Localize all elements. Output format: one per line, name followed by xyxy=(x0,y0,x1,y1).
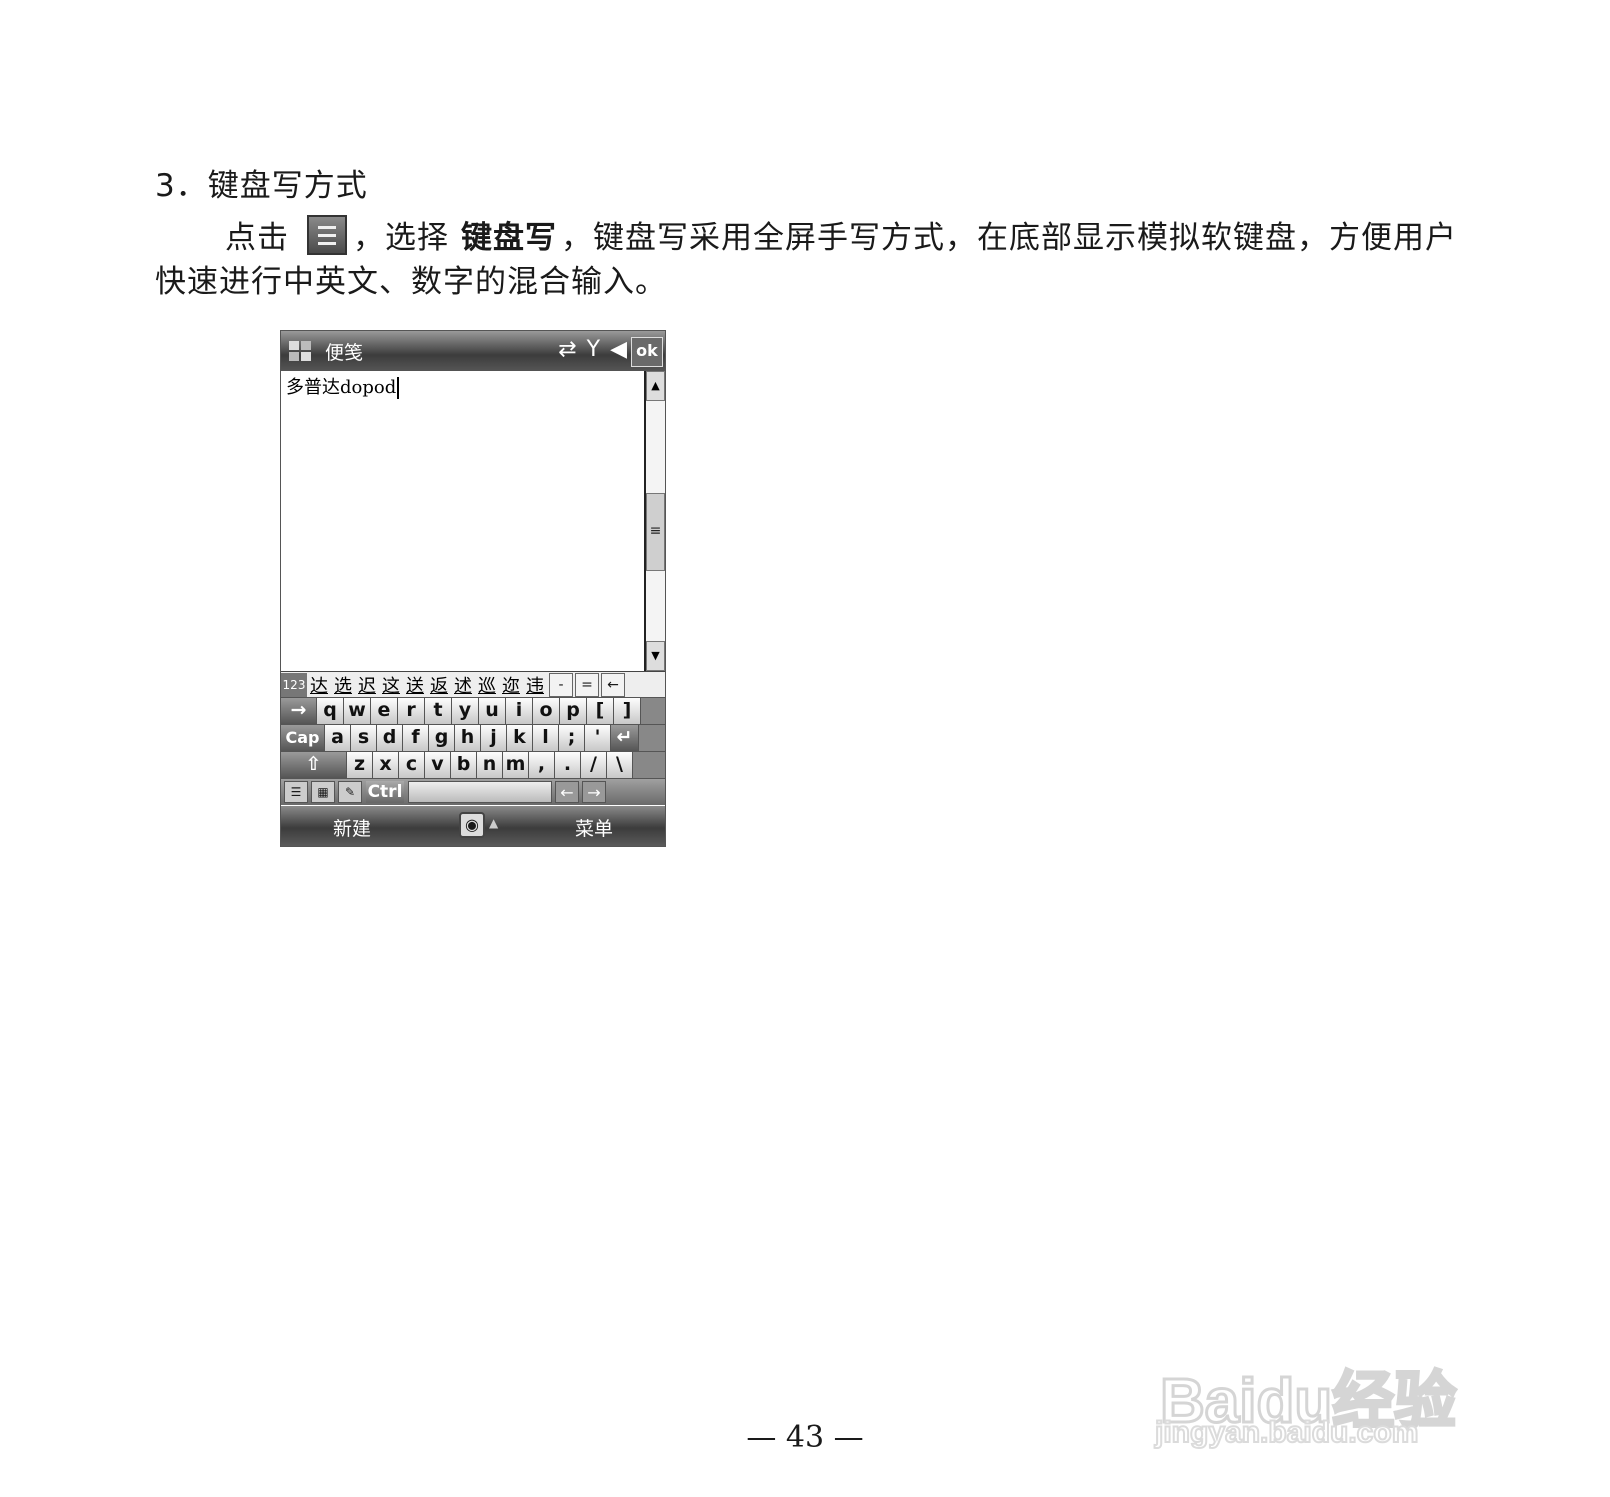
baidu-watermark: Baidu经验 jingyan.baidu.com xyxy=(1150,1350,1530,1451)
keyboard-row-2: Cap a s d f g h j k l ; ' ↵ xyxy=(281,724,665,751)
key-v[interactable]: v xyxy=(425,752,451,778)
tab-key[interactable]: → xyxy=(281,698,317,724)
windows-start-icon[interactable] xyxy=(285,336,315,366)
key-backslash[interactable]: \ xyxy=(607,752,633,778)
caps-lock-key[interactable]: Cap xyxy=(281,725,325,751)
keyboard-tool-row: ☰ ▦ ✎ Ctrl ← → xyxy=(281,778,665,805)
key-r[interactable]: r xyxy=(398,698,425,724)
input-menu-icon xyxy=(307,214,347,255)
candidate-word[interactable]: 述 xyxy=(454,672,472,698)
input-menu-icon[interactable]: ☰ xyxy=(284,781,308,803)
input-panel-icon[interactable]: ◉ xyxy=(459,812,485,838)
key-f[interactable]: f xyxy=(403,725,429,751)
new-softkey[interactable]: 新建 xyxy=(333,814,371,841)
key-j[interactable]: j xyxy=(481,725,507,751)
candidate-word[interactable]: 送 xyxy=(406,672,424,698)
key-apostrophe[interactable]: ' xyxy=(585,725,611,751)
key-g[interactable]: g xyxy=(429,725,455,751)
key-i[interactable]: i xyxy=(506,698,533,724)
soft-keyboard: → q w e r t y u i o p [ ] Cap a s d f g … xyxy=(281,697,665,805)
vertical-scrollbar[interactable]: ▲ ≡ ▼ xyxy=(644,371,665,671)
scroll-up-icon[interactable]: ▲ xyxy=(646,371,665,401)
key-s[interactable]: s xyxy=(351,725,377,751)
candidate-prev-button[interactable]: - xyxy=(549,673,573,697)
description-text: ，键盘写采用全屏手写方式，在底部显示模拟软键盘，方便用户 xyxy=(561,220,1457,256)
candidate-word[interactable]: 返 xyxy=(430,672,448,698)
key-p[interactable]: p xyxy=(560,698,587,724)
candidate-word[interactable]: 巡 xyxy=(478,672,496,698)
key-slash[interactable]: / xyxy=(581,752,607,778)
note-editor[interactable]: 多普达dopod xyxy=(281,371,644,671)
key-x[interactable]: x xyxy=(373,752,399,778)
number-mode-button[interactable]: 123 xyxy=(281,673,307,697)
title-bar: 便笺 ⇄ Y ◀ ok xyxy=(281,331,665,371)
sync-icon[interactable]: ⇄ xyxy=(558,337,576,362)
ctrl-key[interactable]: Ctrl xyxy=(366,781,404,803)
enter-key[interactable]: ↵ xyxy=(611,725,639,751)
key-n[interactable]: n xyxy=(477,752,503,778)
status-icons: ⇄ Y ◀ xyxy=(558,337,627,362)
keyboard-row-1: → q w e r t y u i o p [ ] xyxy=(281,697,665,724)
backspace-icon[interactable]: ← xyxy=(601,673,625,697)
scroll-down-icon[interactable]: ▼ xyxy=(646,641,665,671)
key-b[interactable]: b xyxy=(451,752,477,778)
key-k[interactable]: k xyxy=(507,725,533,751)
keyboard-icon[interactable]: ▦ xyxy=(311,781,335,803)
signal-icon[interactable]: Y xyxy=(587,337,600,362)
key-o[interactable]: o xyxy=(533,698,560,724)
candidate-word[interactable]: 迟 xyxy=(358,672,376,698)
keyboard-write-term: 键盘写 xyxy=(461,220,557,256)
key-q[interactable]: q xyxy=(317,698,344,724)
key-comma[interactable]: , xyxy=(529,752,555,778)
candidate-next-button[interactable]: = xyxy=(575,673,599,697)
space-key[interactable] xyxy=(408,781,552,803)
key-l[interactable]: l xyxy=(533,725,559,751)
volume-icon[interactable]: ◀ xyxy=(610,337,627,362)
key-a[interactable]: a xyxy=(325,725,351,751)
key-period[interactable]: . xyxy=(555,752,581,778)
pen-icon[interactable]: ✎ xyxy=(338,781,362,803)
key-h[interactable]: h xyxy=(455,725,481,751)
key-z[interactable]: z xyxy=(347,752,373,778)
key-e[interactable]: e xyxy=(371,698,398,724)
key-c[interactable]: c xyxy=(399,752,425,778)
key-left-bracket[interactable]: [ xyxy=(587,698,614,724)
key-u[interactable]: u xyxy=(479,698,506,724)
shift-key[interactable]: ⇧ xyxy=(281,752,347,778)
ok-button[interactable]: ok xyxy=(631,337,663,367)
editor-content: 多普达dopod xyxy=(286,373,400,399)
select-text: ，选择 xyxy=(353,220,449,256)
device-screenshot: 便笺 ⇄ Y ◀ ok 多普达dopod ▲ ≡ ▼ 123 达 选 迟 这 送… xyxy=(280,330,666,847)
key-m[interactable]: m xyxy=(503,752,529,778)
candidate-word[interactable]: 达 xyxy=(310,672,328,698)
key-y[interactable]: y xyxy=(452,698,479,724)
candidate-word[interactable]: 违 xyxy=(526,672,544,698)
click-text: 点击 xyxy=(225,220,289,256)
section-heading: 3．键盘写方式 xyxy=(155,168,368,204)
soft-key-bar: 新建 ◉ ▲ 菜单 xyxy=(281,806,665,846)
keyboard-row-3: ⇧ z x c v b n m , . / \ xyxy=(281,751,665,778)
scroll-thumb[interactable]: ≡ xyxy=(646,493,665,571)
text-caret xyxy=(397,377,400,399)
instruction-line-1: 点击 ，选择 键盘写 ，键盘写采用全屏手写方式，在底部显示模拟软键盘，方便用户 xyxy=(225,212,1457,257)
key-d[interactable]: d xyxy=(377,725,403,751)
candidate-word[interactable]: 这 xyxy=(382,672,400,698)
key-w[interactable]: w xyxy=(344,698,371,724)
candidate-bar: 123 达 选 迟 这 送 返 述 巡 迩 违 - = ← xyxy=(281,671,665,698)
right-arrow-key[interactable]: → xyxy=(582,781,606,803)
instruction-line-2: 快速进行中英文、数字的混合输入。 xyxy=(155,264,667,300)
key-right-bracket[interactable]: ] xyxy=(614,698,641,724)
candidate-word[interactable]: 迩 xyxy=(502,672,520,698)
key-t[interactable]: t xyxy=(425,698,452,724)
left-arrow-key[interactable]: ← xyxy=(555,781,579,803)
watermark-url: jingyan.baidu.com xyxy=(1154,1415,1419,1450)
key-semicolon[interactable]: ; xyxy=(559,725,585,751)
app-title: 便笺 xyxy=(325,341,364,364)
candidate-word[interactable]: 选 xyxy=(334,672,352,698)
input-dropdown-icon[interactable]: ▲ xyxy=(489,816,498,830)
menu-softkey[interactable]: 菜单 xyxy=(575,814,613,841)
